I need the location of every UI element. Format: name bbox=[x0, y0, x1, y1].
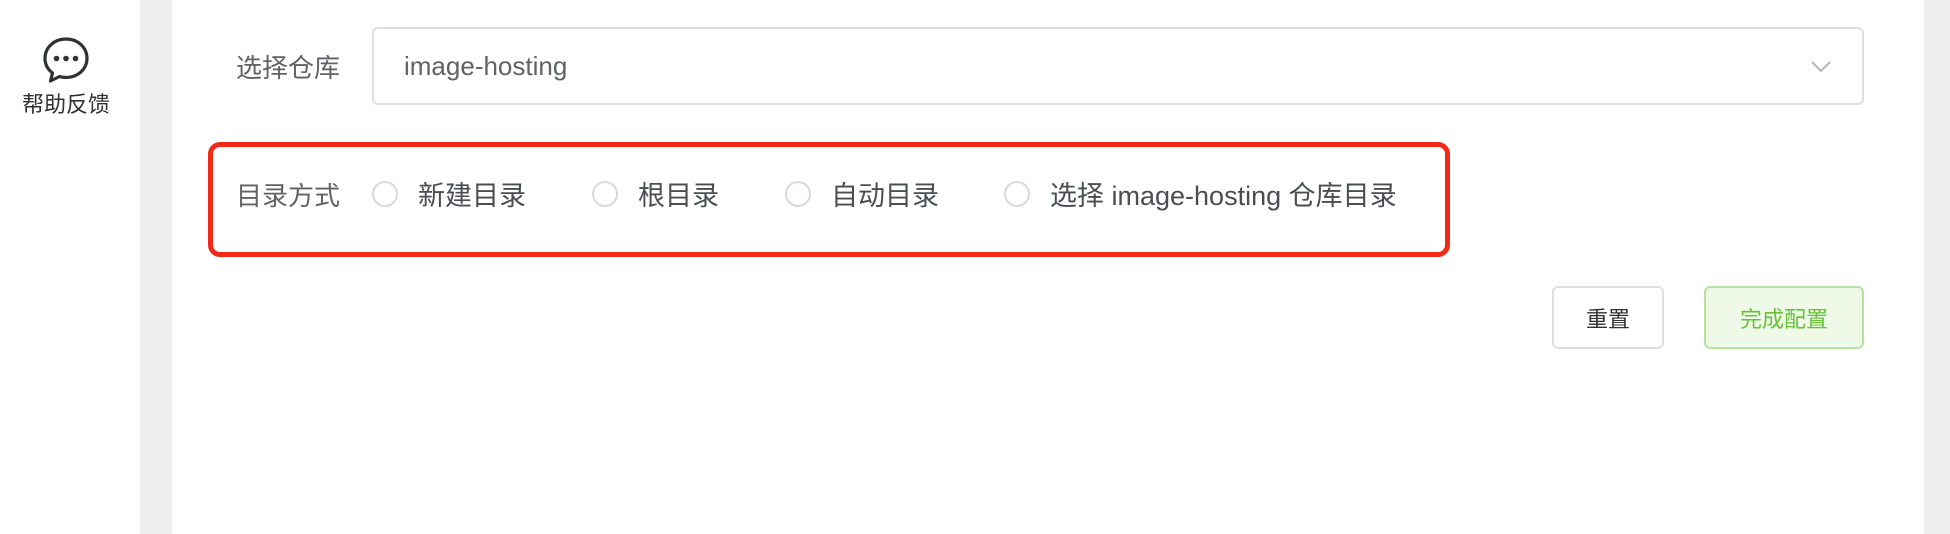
directory-mode-label: 目录方式 bbox=[236, 181, 341, 211]
radio-label: 根目录 bbox=[638, 181, 719, 211]
help-feedback-label: 帮助反馈 bbox=[21, 92, 110, 117]
radio-circle[interactable] bbox=[372, 180, 398, 207]
radio-auto-directory[interactable]: 自动目录 bbox=[785, 174, 939, 213]
reset-button[interactable]: 重置 bbox=[1552, 286, 1664, 349]
radio-select-repo-directory[interactable]: 选择 image-hosting 仓库目录 bbox=[1004, 174, 1397, 213]
repo-select-value: image-hosting bbox=[404, 51, 568, 81]
chat-bubble-icon bbox=[43, 37, 89, 83]
repo-select[interactable]: image-hosting bbox=[372, 27, 1864, 105]
sidebar: 帮助反馈 bbox=[0, 0, 140, 534]
radio-label: 自动目录 bbox=[831, 181, 939, 211]
left-gutter bbox=[140, 0, 172, 534]
radio-circle[interactable] bbox=[785, 180, 811, 207]
radio-label: 选择 image-hosting 仓库目录 bbox=[1050, 181, 1397, 211]
radio-circle[interactable] bbox=[592, 180, 618, 207]
right-gutter bbox=[1924, 0, 1950, 534]
radio-root-directory[interactable]: 根目录 bbox=[592, 174, 719, 213]
help-feedback-button[interactable]: 帮助反馈 bbox=[0, 35, 132, 119]
radio-label: 新建目录 bbox=[418, 181, 526, 211]
chevron-down-icon bbox=[1811, 61, 1831, 73]
radio-new-directory[interactable]: 新建目录 bbox=[372, 174, 526, 213]
finish-config-button[interactable]: 完成配置 bbox=[1704, 286, 1864, 349]
repo-label: 选择仓库 bbox=[236, 53, 341, 83]
radio-circle[interactable] bbox=[1004, 180, 1030, 207]
